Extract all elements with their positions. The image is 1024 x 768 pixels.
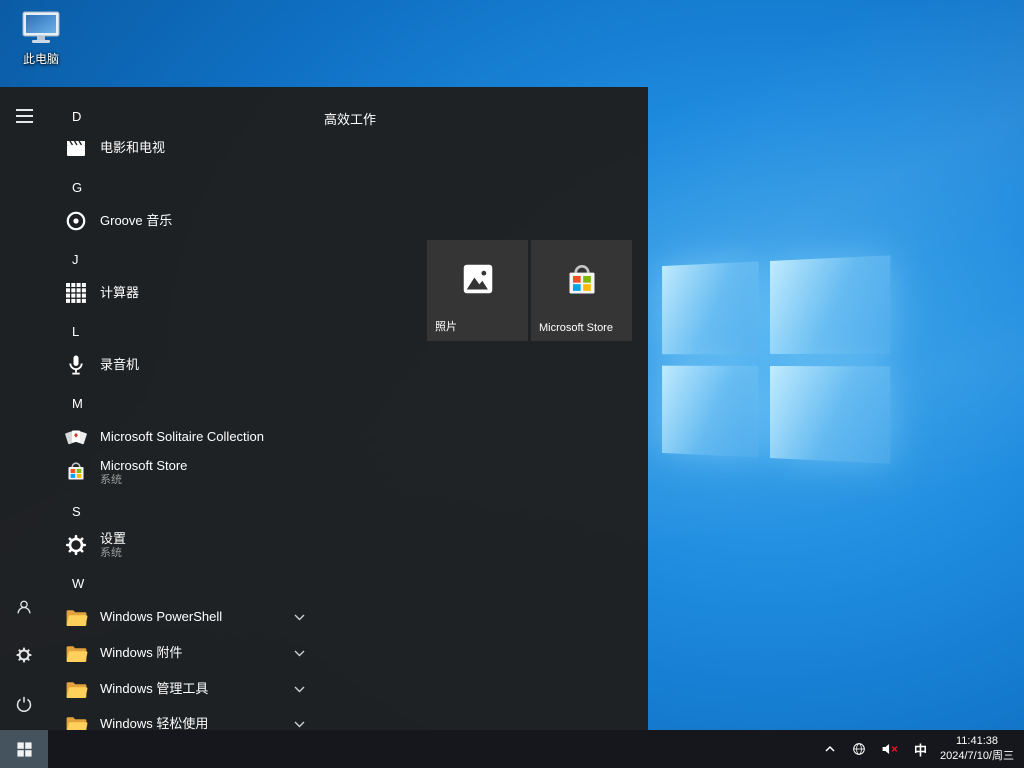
settings-gear-icon	[62, 531, 90, 559]
section-letter-j[interactable]: J	[72, 249, 79, 269]
chevron-down-icon[interactable]	[294, 680, 305, 698]
tile-label: 照片	[427, 318, 528, 341]
app-item-solitaire[interactable]: Microsoft Solitaire Collection	[48, 421, 354, 453]
start-menu: D 电影和电视 G	[0, 87, 648, 730]
folder-item-windows-ease-of-access[interactable]: Windows 轻松使用	[48, 708, 354, 730]
store-icon	[531, 240, 632, 322]
logo-pane	[662, 262, 758, 354]
section-letter-w[interactable]: W	[72, 573, 84, 593]
app-label: Microsoft Store	[100, 458, 187, 474]
folder-icon	[62, 639, 90, 667]
app-item-settings[interactable]: 设置 系统	[48, 525, 354, 565]
chevron-down-icon[interactable]	[294, 644, 305, 662]
folder-icon	[62, 710, 90, 730]
user-account-button[interactable]	[0, 583, 48, 631]
computer-monitor-icon	[21, 10, 61, 45]
app-label: Groove 音乐	[100, 213, 172, 229]
app-label: 设置	[100, 531, 126, 547]
section-letter-d[interactable]: D	[72, 106, 81, 126]
folder-icon	[62, 675, 90, 703]
chevron-down-icon[interactable]	[294, 715, 305, 730]
tile-label: Microsoft Store	[531, 322, 632, 341]
photos-icon	[427, 240, 528, 318]
volume-muted-icon	[881, 741, 900, 757]
calculator-icon	[62, 279, 90, 307]
windows-logo-icon	[16, 741, 33, 758]
ime-indicator[interactable]: 中	[907, 730, 934, 768]
desktop: 此电脑	[0, 0, 1024, 768]
globe-network-icon	[851, 741, 867, 757]
clock-time: 11:41:38	[956, 734, 998, 749]
logo-pane	[662, 365, 758, 457]
folder-item-windows-accessories[interactable]: Windows 附件	[48, 637, 354, 669]
app-item-groove-music[interactable]: Groove 音乐	[48, 205, 354, 237]
clock-date: 2024/7/10/周三	[940, 749, 1014, 764]
power-icon	[15, 695, 33, 713]
section-letter-l[interactable]: L	[72, 321, 79, 341]
app-label: Windows 附件	[100, 645, 182, 661]
voice-recorder-icon	[62, 351, 90, 379]
taskbar: 中 11:41:38 2024/7/10/周三	[0, 730, 1024, 768]
tile-photos[interactable]: 照片	[427, 240, 528, 341]
chevron-up-icon	[823, 743, 837, 755]
app-item-voice-recorder[interactable]: 录音机	[48, 349, 354, 381]
windows-wallpaper-logo	[662, 255, 890, 463]
tray-overflow-button[interactable]	[816, 730, 844, 768]
app-label: Microsoft Solitaire Collection	[100, 429, 264, 445]
this-pc-label: 此电脑	[12, 50, 70, 67]
folder-icon	[62, 603, 90, 631]
app-subtitle: 系统	[100, 547, 126, 560]
system-tray: 中 11:41:38 2024/7/10/周三	[816, 730, 1024, 768]
section-letter-m[interactable]: M	[72, 393, 83, 413]
power-button[interactable]	[0, 680, 48, 728]
start-button[interactable]	[0, 730, 48, 768]
chevron-down-icon[interactable]	[294, 608, 305, 626]
tile-group-title[interactable]: 高效工作	[324, 109, 376, 128]
app-label: Windows PowerShell	[100, 609, 222, 625]
movies-tv-icon	[62, 134, 90, 162]
logo-pane	[770, 255, 891, 353]
solitaire-icon	[62, 423, 90, 451]
section-letter-g[interactable]: G	[72, 177, 82, 197]
hamburger-icon	[16, 109, 33, 123]
app-label: Windows 管理工具	[100, 681, 208, 697]
app-subtitle: 系统	[100, 474, 187, 487]
app-label: 电影和电视	[100, 140, 165, 156]
store-icon	[62, 458, 90, 486]
logo-pane	[770, 365, 891, 463]
folder-item-windows-admin-tools[interactable]: Windows 管理工具	[48, 673, 354, 705]
network-status-button[interactable]	[844, 730, 874, 768]
app-item-movies-tv[interactable]: 电影和电视	[48, 132, 354, 164]
folder-item-windows-powershell[interactable]: Windows PowerShell	[48, 601, 354, 633]
settings-button[interactable]	[0, 631, 48, 679]
start-menu-rail	[0, 87, 48, 730]
taskbar-clock[interactable]: 11:41:38 2024/7/10/周三	[934, 730, 1024, 768]
app-label: 计算器	[100, 285, 139, 301]
volume-button[interactable]	[874, 730, 907, 768]
section-letter-s[interactable]: S	[72, 501, 81, 521]
this-pc-icon[interactable]: 此电脑	[12, 10, 70, 67]
expand-menu-button[interactable]	[0, 92, 48, 140]
app-list: D 电影和电视 G	[48, 87, 360, 730]
app-item-calculator[interactable]: 计算器	[48, 277, 354, 309]
app-label: 录音机	[100, 357, 139, 373]
app-label: Windows 轻松使用	[100, 716, 208, 730]
tile-microsoft-store[interactable]: Microsoft Store	[531, 240, 632, 341]
user-icon	[15, 598, 33, 616]
gear-icon	[15, 646, 33, 664]
app-item-microsoft-store[interactable]: Microsoft Store 系统	[48, 452, 354, 492]
groove-music-icon	[62, 207, 90, 235]
